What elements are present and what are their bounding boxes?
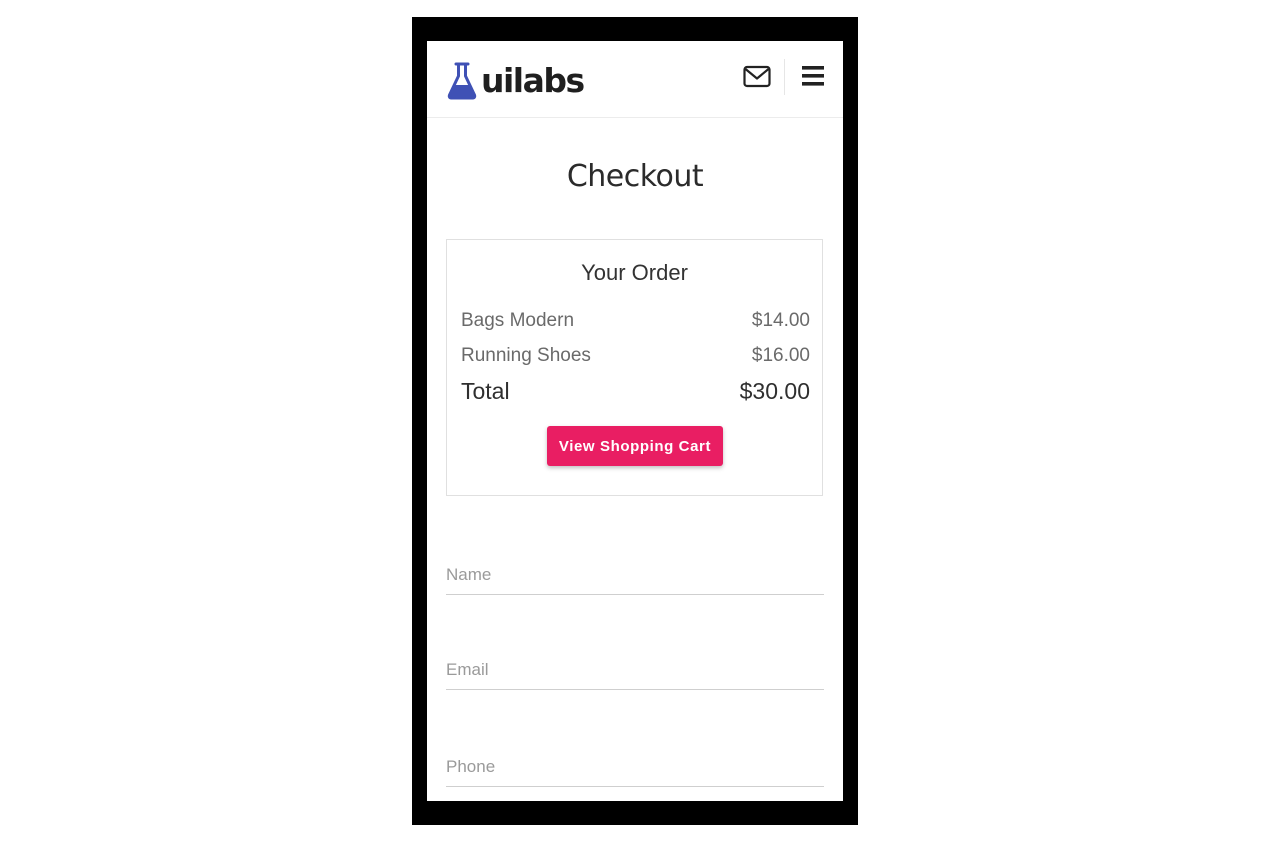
flask-icon xyxy=(447,62,477,100)
item-name: Running Shoes xyxy=(461,345,591,366)
navbar: uilabs xyxy=(427,41,843,118)
phone-screen: uilabs Checkout Your Order Bags Modern $… xyxy=(427,41,843,801)
brand-name: uilabs xyxy=(481,61,585,100)
hamburger-menu-icon[interactable] xyxy=(801,65,825,87)
order-summary-card: Your Order Bags Modern $14.00 Running Sh… xyxy=(446,239,823,496)
order-title: Your Order xyxy=(581,260,688,285)
item-price: $14.00 xyxy=(751,310,810,331)
nav-divider xyxy=(784,59,785,95)
view-shopping-cart-button[interactable]: View Shopping Cart xyxy=(547,426,723,466)
name-field[interactable] xyxy=(446,555,824,595)
phone-field[interactable] xyxy=(446,747,824,787)
item-price: $16.00 xyxy=(751,345,810,366)
order-line-item: Running Shoes $16.00 xyxy=(461,345,810,367)
item-name: Bags Modern xyxy=(461,310,575,331)
brand-logo[interactable]: uilabs xyxy=(447,61,585,101)
total-value: $30.00 xyxy=(739,378,810,404)
email-field[interactable] xyxy=(446,650,824,690)
page-title: Checkout xyxy=(566,159,704,194)
order-total-row: Total $30.00 xyxy=(461,378,810,405)
order-line-item: Bags Modern $14.00 xyxy=(461,310,810,332)
phone-frame: uilabs Checkout Your Order Bags Modern $… xyxy=(412,17,858,825)
total-label: Total xyxy=(461,378,510,404)
envelope-icon[interactable] xyxy=(743,65,771,89)
